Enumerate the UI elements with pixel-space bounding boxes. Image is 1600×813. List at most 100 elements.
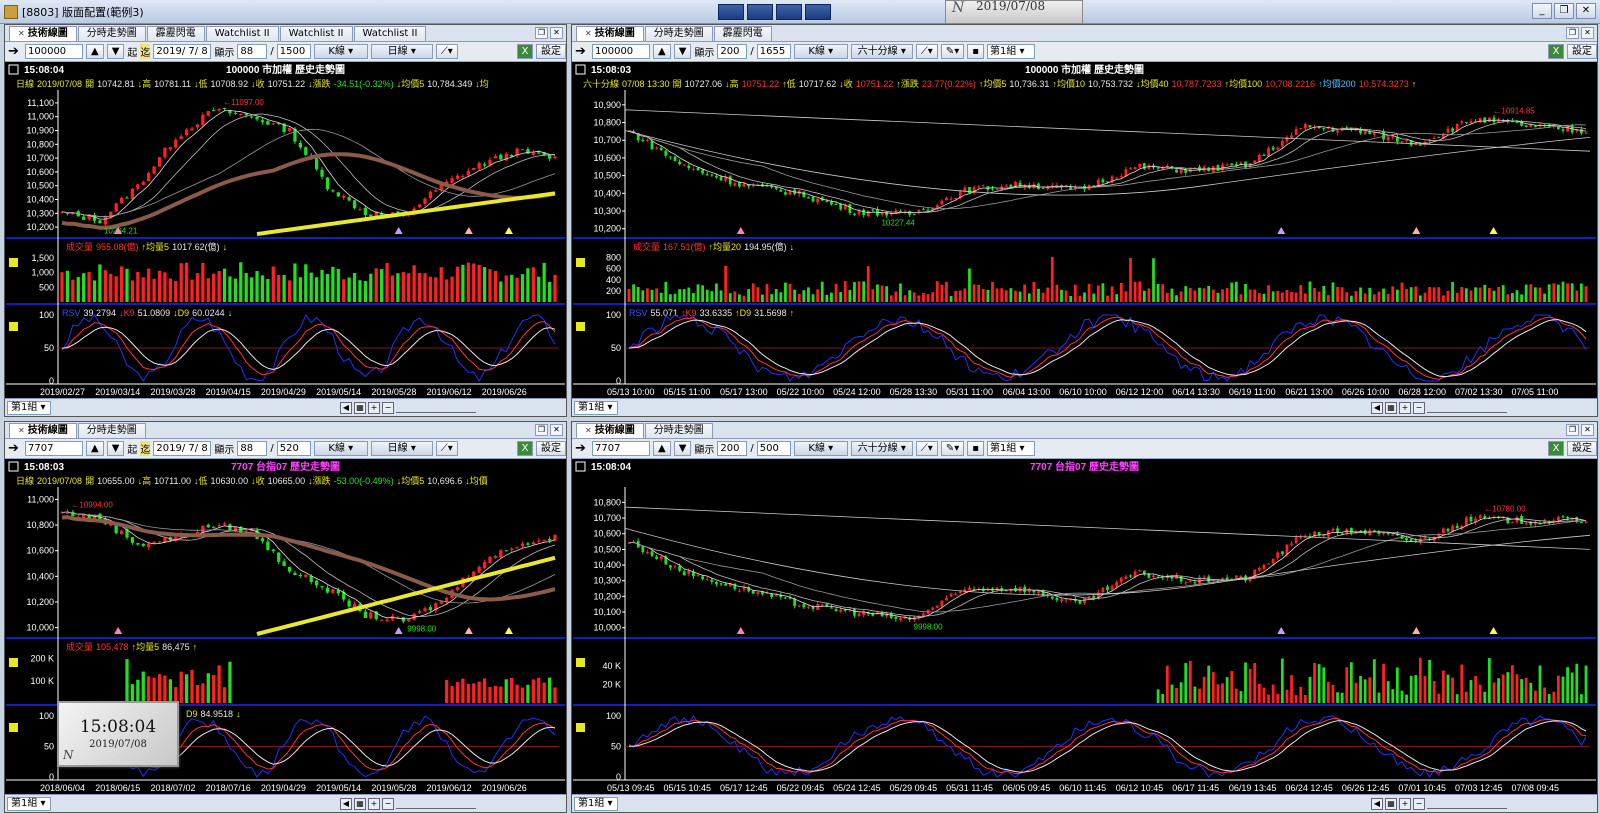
minimize-button[interactable]: _ <box>1532 3 1552 19</box>
panel-close-icon[interactable]: ✕ <box>550 424 563 436</box>
panel-restore-icon[interactable]: ❐ <box>1566 424 1579 436</box>
collapse-kd-icon[interactable] <box>576 723 585 732</box>
zoom-slider[interactable] <box>396 799 476 809</box>
zoom-out-icon[interactable]: − <box>382 401 394 414</box>
group-select[interactable]: 第1組 ▾ <box>987 44 1035 59</box>
date-input[interactable]: 2019/ 7/ 8 ▾ <box>153 441 212 456</box>
tab-1[interactable]: 分時走勢圖 <box>644 423 713 438</box>
panel-restore-icon[interactable]: ❐ <box>535 424 548 436</box>
period-select[interactable]: 六十分線 ▾ <box>850 441 913 456</box>
settings-button[interactable]: 設定 <box>536 44 566 59</box>
layout-button-3[interactable] <box>776 4 802 20</box>
zoom-out-icon[interactable]: − <box>1413 797 1425 810</box>
save-icon[interactable]: ▪ <box>967 44 984 59</box>
excel-export-icon[interactable]: X <box>1548 441 1564 456</box>
display-count-input[interactable]: 200 <box>717 441 748 456</box>
symbol-input[interactable]: 100000 <box>592 44 650 59</box>
end-label[interactable]: 迄 <box>140 44 151 59</box>
tab-close-icon[interactable]: ✕ <box>585 29 592 38</box>
up-button[interactable]: ▲ <box>86 44 104 59</box>
period-select[interactable]: 日線 ▾ <box>370 44 433 59</box>
collapse-volume-icon[interactable] <box>9 658 18 667</box>
clock-widget[interactable]: 15:08:04 2019/07/08 N <box>57 701 179 767</box>
scroll-left-icon[interactable]: ◀ <box>1371 797 1383 810</box>
tab-close-icon[interactable]: ✕ <box>585 426 592 435</box>
draw-line-icon[interactable]: ⟋▾ <box>915 44 938 59</box>
panel-restore-icon[interactable]: ❐ <box>535 27 548 39</box>
up-button[interactable]: ▲ <box>653 44 671 59</box>
layout-button-4[interactable] <box>805 4 831 20</box>
settings-button[interactable]: 設定 <box>1567 44 1597 59</box>
symbol-input[interactable]: 100000 <box>25 44 83 59</box>
tab-0[interactable]: ✕ 技術線圖 <box>9 26 77 41</box>
tab-0[interactable]: ✕ 技術線圖 <box>9 423 77 438</box>
up-button[interactable]: ▲ <box>86 441 104 456</box>
chart-type-select[interactable]: K線 ▾ <box>793 441 848 456</box>
chart-type-select[interactable]: K線 ▾ <box>313 441 368 456</box>
draw-line-icon[interactable]: ⟋▾ <box>435 44 458 59</box>
link-arrow-icon[interactable]: ➔ <box>575 44 589 59</box>
down-button[interactable]: ▼ <box>106 44 125 59</box>
grid-icon[interactable]: ▦ <box>354 797 366 810</box>
panel-close-icon[interactable]: ✕ <box>1581 424 1594 436</box>
tab-1[interactable]: 分時走勢圖 <box>644 26 713 41</box>
chart-type-select[interactable]: K線 ▾ <box>313 44 368 59</box>
collapse-kd-icon[interactable] <box>9 322 18 331</box>
link-arrow-icon[interactable]: ➔ <box>575 441 589 456</box>
group-select[interactable]: 第1組 ▾ <box>987 441 1035 456</box>
restore-button[interactable]: ❐ <box>1554 3 1574 19</box>
zoom-out-icon[interactable]: − <box>1413 401 1425 414</box>
period-select[interactable]: 日線 ▾ <box>370 441 433 456</box>
save-icon[interactable]: ▪ <box>967 441 984 456</box>
up-button[interactable]: ▲ <box>653 441 671 456</box>
tab-5[interactable]: Watchlist II <box>353 26 427 41</box>
excel-export-icon[interactable]: X <box>1548 44 1564 59</box>
link-arrow-icon[interactable]: ➔ <box>8 44 22 59</box>
collapse-volume-icon[interactable] <box>9 258 18 267</box>
collapse-kd-icon[interactable] <box>9 723 18 732</box>
zoom-in-icon[interactable]: + <box>368 797 380 810</box>
draw-line-icon[interactable]: ⟋▾ <box>435 441 458 456</box>
status-group-select[interactable]: 第1組 ▾ <box>574 400 618 415</box>
end-label[interactable]: 迄 <box>140 441 151 456</box>
tab-0[interactable]: ✕ 技術線圖 <box>576 423 644 438</box>
pen-icon[interactable]: ✎▾ <box>940 44 965 59</box>
down-button[interactable]: ▼ <box>673 441 692 456</box>
date-input[interactable]: 2019/ 7/ 8 ▾ <box>153 44 212 59</box>
grid-icon[interactable]: ▦ <box>354 401 366 414</box>
zoom-slider[interactable] <box>1427 799 1507 809</box>
settings-button[interactable]: 設定 <box>1567 441 1597 456</box>
collapse-volume-icon[interactable] <box>576 658 585 667</box>
tab-4[interactable]: Watchlist II <box>279 26 353 41</box>
draw-line-icon[interactable]: ⟋▾ <box>915 441 938 456</box>
zoom-in-icon[interactable]: + <box>368 401 380 414</box>
zoom-in-icon[interactable]: + <box>1399 401 1411 414</box>
status-group-select[interactable]: 第1組 ▾ <box>7 796 51 811</box>
tab-1[interactable]: 分時走勢圖 <box>77 26 146 41</box>
tab-0[interactable]: ✕ 技術線圖 <box>576 26 644 41</box>
close-button[interactable]: ✕ <box>1576 3 1596 19</box>
collapse-kd-icon[interactable] <box>576 322 585 331</box>
collapse-volume-icon[interactable] <box>576 258 585 267</box>
grid-icon[interactable]: ▦ <box>1385 401 1397 414</box>
tab-1[interactable]: 分時走勢圖 <box>77 423 146 438</box>
grid-icon[interactable]: ▦ <box>1385 797 1397 810</box>
zoom-in-icon[interactable]: + <box>1399 797 1411 810</box>
display-count-input[interactable]: 88 <box>237 441 268 456</box>
display-count-input[interactable]: 88 <box>237 44 268 59</box>
excel-export-icon[interactable]: X <box>517 44 533 59</box>
status-group-select[interactable]: 第1組 ▾ <box>7 400 51 415</box>
pen-icon[interactable]: ✎▾ <box>940 441 965 456</box>
chart-type-select[interactable]: K線 ▾ <box>793 44 848 59</box>
tab-3[interactable]: Watchlist II <box>205 26 279 41</box>
status-group-select[interactable]: 第1組 ▾ <box>574 796 618 811</box>
zoom-slider[interactable] <box>396 403 476 413</box>
settings-button[interactable]: 設定 <box>536 441 566 456</box>
down-button[interactable]: ▼ <box>106 441 125 456</box>
scroll-left-icon[interactable]: ◀ <box>1371 401 1383 414</box>
zoom-slider[interactable] <box>1427 403 1507 413</box>
excel-export-icon[interactable]: X <box>517 441 533 456</box>
tab-2[interactable]: 霹靂閃電 <box>146 26 205 41</box>
tab-close-icon[interactable]: ✕ <box>18 426 25 435</box>
panel-restore-icon[interactable]: ❐ <box>1566 27 1579 39</box>
